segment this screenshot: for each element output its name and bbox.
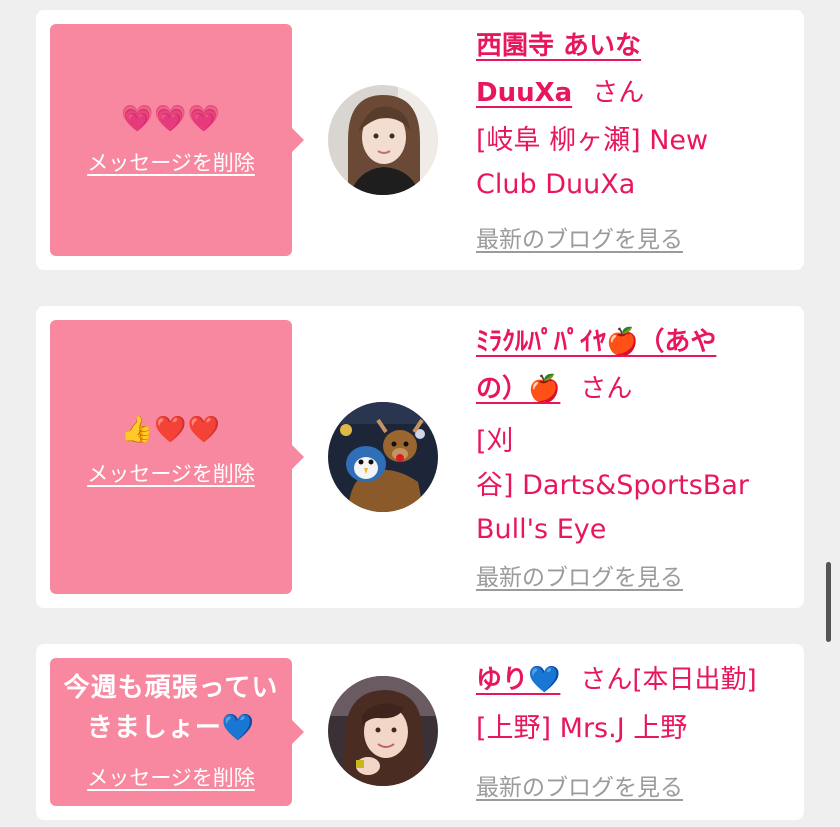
message-card: 💗💗💗 メッセージを削除 西園寺 あいな DuuXa さん [岐阜 柳ヶ瀬] Ne… <box>36 10 804 270</box>
message-bubble: 👍❤️❤️ メッセージを削除 <box>50 320 304 594</box>
shop-name: Bull's Eye <box>476 514 607 545</box>
profile-info: 西園寺 あいな DuuXa さん [岐阜 柳ヶ瀬] New Club DuuXa <box>476 24 796 206</box>
profile-info: ﾐﾗｸﾙﾊﾟﾊﾟｲﾔ🍎（あや の）🍎 さん [刈 谷] Darts&SportsB… <box>476 320 796 551</box>
profile-name-link[interactable]: 西園寺 あいな <box>476 31 641 61</box>
honorific: さん <box>592 78 645 108</box>
profile-name-link[interactable]: の）🍎 <box>476 374 560 404</box>
shop-name: Club DuuXa <box>476 169 636 200</box>
latest-blog-link[interactable]: 最新のブログを見る <box>476 558 683 592</box>
message-text: 💗💗💗 <box>120 104 222 134</box>
profile-info: ゆり💙 さん[本日出勤] [上野] Mrs.J 上野 <box>476 658 796 750</box>
message-text: 今週も頑張ってい きましょー💙 <box>63 673 279 743</box>
shop-name: 谷] Darts&SportsBar <box>476 470 749 501</box>
shop-name: [岐阜 柳ヶ瀬] New <box>476 125 709 156</box>
avatar[interactable] <box>328 676 438 786</box>
shop-name: [刈 <box>476 426 514 457</box>
message-bubble: 今週も頑張ってい きましょー💙 メッセージを削除 <box>50 658 304 806</box>
avatar[interactable] <box>328 85 438 195</box>
profile-name-link[interactable]: ﾐﾗｸﾙﾊﾟﾊﾟｲﾔ🍎（あや <box>476 327 716 357</box>
message-card: 今週も頑張ってい きましょー💙 メッセージを削除 ゆり💙 さん[本日出勤] [上野… <box>36 644 804 820</box>
delete-message-link[interactable]: メッセージを削除 <box>87 458 255 488</box>
scrollbar[interactable] <box>826 562 831 642</box>
honorific: さん[本日出勤] <box>580 665 757 695</box>
honorific: さん <box>580 374 633 404</box>
message-text: 👍❤️❤️ <box>120 415 222 445</box>
shop-name: [上野] Mrs.J 上野 <box>476 713 688 744</box>
profile-name-link[interactable]: ゆり💙 <box>476 665 560 695</box>
profile-name-link[interactable]: DuuXa <box>476 78 572 108</box>
delete-message-link[interactable]: メッセージを削除 <box>87 147 255 177</box>
avatar[interactable] <box>328 402 438 512</box>
message-card: 👍❤️❤️ メッセージを削除 ﾐﾗｸﾙﾊﾟﾊﾟｲﾔ🍎（あや の）🍎 さん [刈 <box>36 306 804 608</box>
message-bubble: 💗💗💗 メッセージを削除 <box>50 24 304 256</box>
latest-blog-link[interactable]: 最新のブログを見る <box>476 220 683 254</box>
latest-blog-link[interactable]: 最新のブログを見る <box>476 768 683 802</box>
delete-message-link[interactable]: メッセージを削除 <box>87 762 255 792</box>
